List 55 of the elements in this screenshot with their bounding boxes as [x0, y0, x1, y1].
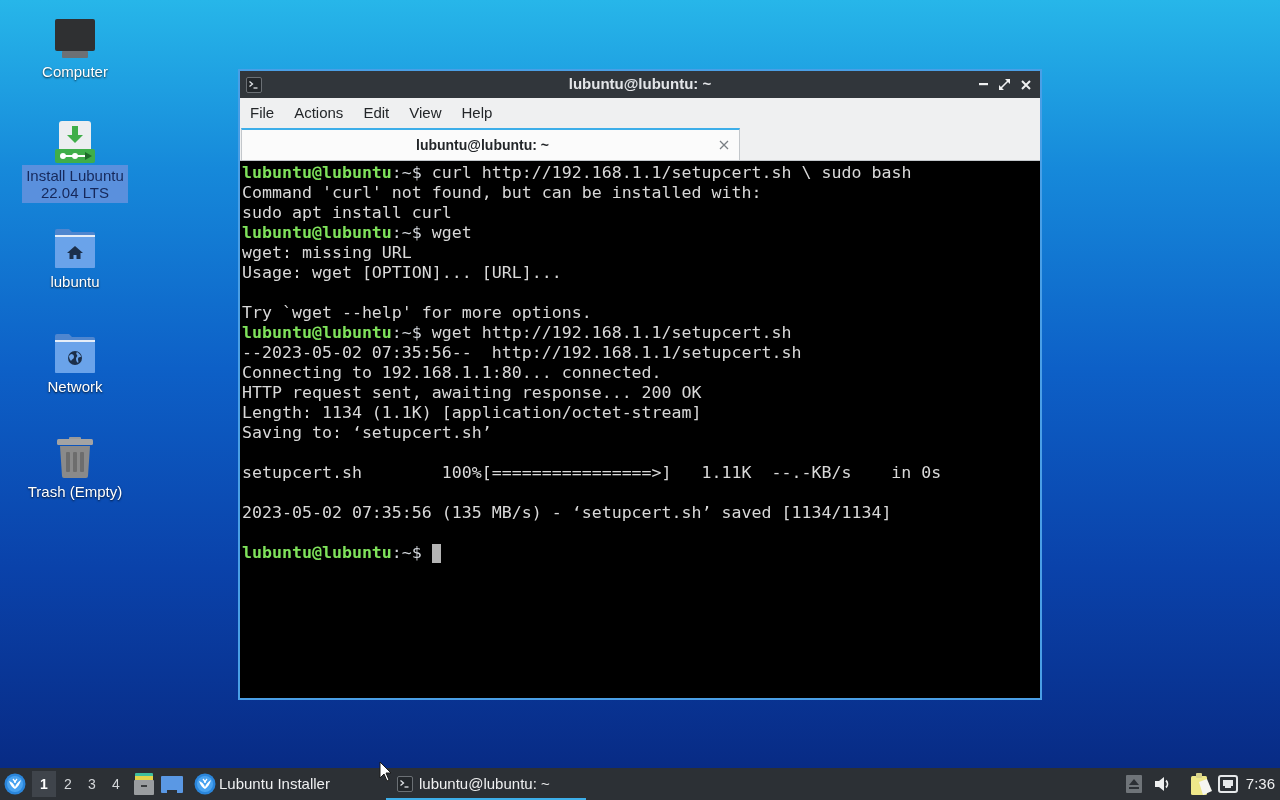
desktop-icon-label[interactable]: Trash (Empty) [27, 483, 123, 501]
terminal-icon [397, 776, 413, 792]
home-folder-icon[interactable] [55, 228, 95, 268]
monitor-icon[interactable] [54, 19, 96, 58]
output-line: 2023-05-02 07:35:56 (135 MB/s) - ‘setupcert.sh’ saved [1134/1134] [242, 503, 892, 523]
output-line: wget: missing URL [242, 243, 412, 263]
terminal-tab[interactable]: lubuntu@lubuntu: ~ [241, 128, 740, 160]
menu-item[interactable]: Help [451, 100, 503, 126]
menu-item[interactable]: View [399, 100, 452, 126]
desktop-icon-label[interactable]: Install Lubuntu 22.04 LTS [22, 165, 128, 203]
prompt-line: lubuntu@lubuntu:~$ curl http://192.168.1.1/setupcert.sh \ sudo bash [242, 163, 912, 183]
output-line: HTTP request sent, awaiting response... 200 OK [242, 383, 702, 403]
mouse-pointer-icon [379, 761, 392, 782]
desktop-icon-label[interactable]: lubuntu [50, 273, 100, 291]
network-port-icon[interactable] [1217, 775, 1238, 793]
output-line: Try `wget --help' for more options. [242, 303, 592, 323]
output-line: Connecting to 192.168.1.1:80... connected. [242, 363, 662, 383]
eject-icon[interactable] [1125, 775, 1142, 793]
desktop-icon-label[interactable]: Network [47, 378, 103, 396]
minimize-icon [979, 83, 988, 86]
workspace-button[interactable]: 2 [56, 771, 80, 797]
output-line: Usage: wget [OPTION]... [URL]... [242, 263, 562, 283]
round-logo-icon [194, 773, 216, 795]
notes-icon[interactable] [1189, 773, 1212, 795]
output-line: Length: 1134 (1.1K) [application/octet-stream] [242, 403, 702, 423]
output-line: Command 'curl' not found, but can be installed with: [242, 183, 762, 203]
output-line: --2023-05-02 07:35:56-- http://192.168.1.1/setupcert.sh [242, 343, 802, 363]
close-button[interactable] [1019, 78, 1032, 91]
volume-icon[interactable] [1154, 776, 1171, 792]
trash-can-icon[interactable] [57, 437, 93, 478]
window-title: lubuntu@lubuntu: ~ [568, 74, 712, 95]
menu-item[interactable]: File [240, 100, 285, 126]
taskbar-task[interactable]: lubuntu@lubuntu: ~ [386, 768, 586, 800]
workspace-button[interactable]: 4 [104, 771, 128, 797]
file-cabinet-icon [134, 773, 154, 795]
output-line: Saving to: ‘setupcert.sh’ [242, 423, 492, 443]
round-logo-icon [4, 773, 26, 795]
terminal-icon [246, 76, 262, 93]
prompt-line: lubuntu@lubuntu:~$ wget [242, 223, 472, 243]
output-line: sudo apt install curl [242, 203, 452, 223]
workspace-button[interactable]: 1 [32, 771, 56, 797]
clock[interactable]: 7:36 [1245, 772, 1275, 796]
close-icon[interactable] [719, 140, 729, 150]
menu-item[interactable]: Actions [284, 100, 354, 126]
network-folder-icon[interactable] [55, 333, 95, 373]
prompt-line: lubuntu@lubuntu:~$ [242, 543, 422, 563]
installer-icon[interactable] [54, 121, 96, 163]
close-icon [1020, 79, 1031, 90]
menu-item[interactable]: Edit [353, 100, 400, 126]
maximize-button[interactable] [998, 78, 1011, 91]
output-line: setupcert.sh 100%[================>] 1.11K --.-KB/s in 0s [242, 463, 942, 483]
maximize-icon [999, 79, 1010, 90]
window-icon [161, 775, 183, 793]
prompt-line: lubuntu@lubuntu:~$ wget http://192.168.1.1/setupcert.sh [242, 323, 792, 343]
workspace-button[interactable]: 3 [80, 771, 104, 797]
